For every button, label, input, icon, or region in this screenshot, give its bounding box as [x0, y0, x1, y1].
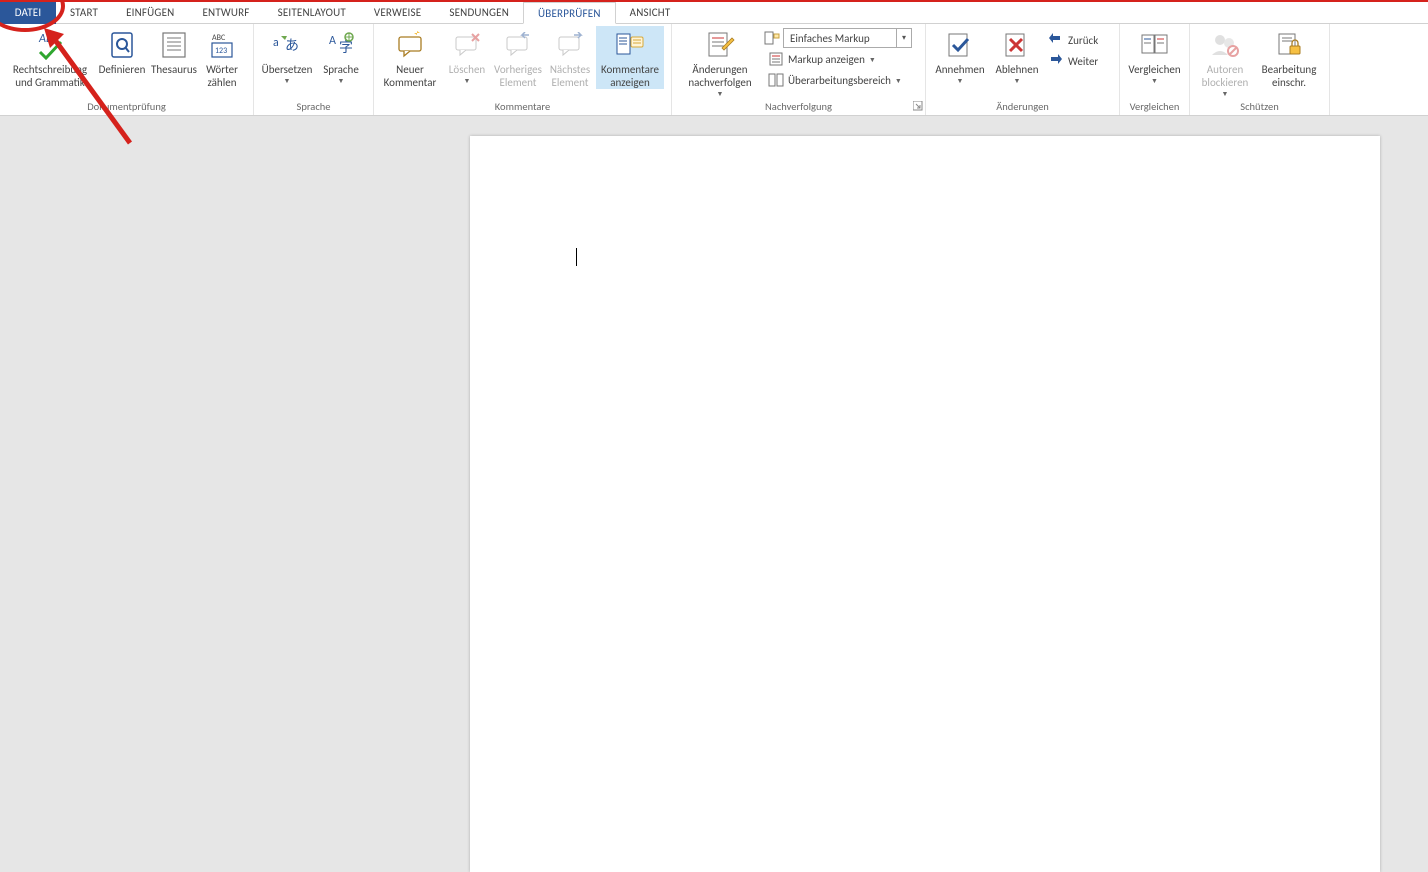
svg-text:字: 字: [339, 39, 353, 56]
group-title-changes: Änderungen: [926, 99, 1119, 115]
wordcount-button[interactable]: ABC123 Wörter zählen: [200, 26, 244, 89]
block-authors-button[interactable]: Autoren blockieren ▼: [1194, 26, 1256, 98]
svg-text:a: a: [273, 36, 279, 50]
tab-ueberpruefen[interactable]: ÜBERPRÜFEN: [523, 2, 616, 24]
reject-icon: [1000, 28, 1034, 62]
document-page[interactable]: [470, 136, 1380, 872]
group-title-comments: Kommentare: [374, 99, 671, 115]
group-title-proofing: Dokumentprüfung: [0, 99, 253, 115]
show-markup-icon: [768, 51, 784, 67]
tab-seitenlayout[interactable]: SEITENLAYOUT: [264, 2, 360, 24]
prev-comment-icon: [501, 28, 535, 62]
accept-icon: [943, 28, 977, 62]
new-comment-button[interactable]: Neuer Kommentar: [378, 26, 442, 89]
translate-button[interactable]: aあ Übersetzen ▼: [258, 26, 316, 85]
next-comment-icon: [553, 28, 587, 62]
tab-ansicht[interactable]: ANSICHT: [616, 2, 685, 24]
group-language: aあ Übersetzen ▼ A字 Sprache ▼ Sprache: [254, 24, 374, 115]
group-comments: Neuer Kommentar Löschen ▼ Vorheriges Ele…: [374, 24, 672, 115]
spelling-icon: ABC: [33, 28, 67, 62]
dropdown-arrow-icon: ▼: [338, 76, 345, 85]
group-title-language: Sprache: [254, 99, 373, 115]
tab-start[interactable]: START: [56, 2, 112, 24]
group-protect: Autoren blockieren ▼ Bearbeitung einschr…: [1190, 24, 1330, 115]
svg-text:123: 123: [215, 46, 227, 56]
dropdown-arrow-icon: ▼: [1151, 76, 1158, 85]
track-changes-icon: [703, 28, 737, 62]
group-changes: Annehmen ▼ Ablehnen ▼ Zurück Weiter: [926, 24, 1120, 115]
block-authors-icon: [1208, 28, 1242, 62]
delete-comment-icon: [450, 28, 484, 62]
dropdown-arrow-icon: ▼: [1014, 76, 1021, 85]
spelling-grammar-button[interactable]: ABC Rechtschreibung und Grammatik: [4, 26, 96, 89]
translate-icon: aあ: [270, 28, 304, 62]
group-title-tracking: Nachverfolgung: [672, 99, 925, 115]
reject-button[interactable]: Ablehnen ▼: [990, 26, 1044, 85]
reviewing-pane-icon: [768, 72, 784, 88]
changes-forward-button[interactable]: Weiter: [1044, 51, 1102, 71]
reviewing-pane-button[interactable]: Überarbeitungsbereich ▼: [764, 70, 912, 90]
define-button[interactable]: Definieren: [96, 26, 148, 76]
tab-verweise[interactable]: VERWEISE: [360, 2, 435, 24]
dropdown-arrow-icon: ▼: [895, 76, 902, 85]
tab-einfuegen[interactable]: EINFÜGEN: [112, 2, 188, 24]
document-workspace: [0, 116, 1428, 872]
dropdown-arrow-icon: ▾: [896, 29, 911, 47]
dropdown-arrow-icon: ▼: [464, 76, 471, 85]
tab-strip-filler: [684, 2, 1428, 24]
group-proofing: ABC Rechtschreibung und Grammatik Defini…: [0, 24, 254, 115]
dropdown-arrow-icon: ▼: [284, 76, 291, 85]
show-comments-button[interactable]: Kommentare anzeigen: [596, 26, 664, 89]
show-markup-button[interactable]: Markup anzeigen ▼: [764, 49, 912, 69]
svg-text:A: A: [329, 34, 336, 48]
thesaurus-icon: [157, 28, 191, 62]
dialog-launcher-icon[interactable]: [913, 101, 923, 111]
changes-nav-stack: Zurück Weiter: [1044, 26, 1102, 71]
text-cursor: [576, 248, 577, 266]
compare-icon: [1138, 28, 1172, 62]
tab-sendungen[interactable]: SENDUNGEN: [435, 2, 523, 24]
language-icon: A字: [324, 28, 358, 62]
delete-comment-button[interactable]: Löschen ▼: [442, 26, 492, 85]
dropdown-arrow-icon: ▼: [1222, 89, 1229, 98]
back-icon: [1048, 32, 1064, 48]
dropdown-arrow-icon: ▼: [957, 76, 964, 85]
dropdown-arrow-icon: ▼: [869, 55, 876, 64]
group-tracking: Änderungen nachverfolgen ▼ Einfaches Mar…: [672, 24, 926, 115]
tracking-options-stack: Einfaches Markup ▾ Markup anzeigen ▼ Übe…: [764, 26, 912, 90]
markup-mode-select[interactable]: Einfaches Markup ▾: [783, 28, 912, 48]
wordcount-icon: ABC 123: [205, 28, 239, 62]
svg-text:ABC: ABC: [212, 33, 226, 43]
restrict-editing-icon: [1272, 28, 1306, 62]
define-icon: [105, 28, 139, 62]
dropdown-arrow-icon: ▼: [717, 89, 724, 98]
tab-datei[interactable]: DATEI: [0, 2, 56, 24]
show-comments-icon: [613, 28, 647, 62]
compare-button[interactable]: Vergleichen ▼: [1124, 26, 1185, 85]
changes-back-button[interactable]: Zurück: [1044, 30, 1102, 50]
thesaurus-button[interactable]: Thesaurus: [148, 26, 200, 76]
language-button[interactable]: A字 Sprache ▼: [316, 26, 366, 85]
track-changes-button[interactable]: Änderungen nachverfolgen ▼: [676, 26, 764, 98]
group-compare: Vergleichen ▼ Vergleichen: [1120, 24, 1190, 115]
new-comment-icon: [393, 28, 427, 62]
ribbon: ABC Rechtschreibung und Grammatik Defini…: [0, 24, 1428, 116]
markup-display-icon: [764, 30, 780, 46]
restrict-editing-button[interactable]: Bearbeitung einschr.: [1256, 26, 1322, 89]
svg-text:あ: あ: [285, 37, 299, 54]
group-title-protect: Schützen: [1190, 99, 1329, 115]
ribbon-tab-strip: DATEI START EINFÜGEN ENTWURF SEITENLAYOU…: [0, 0, 1428, 24]
tab-entwurf[interactable]: ENTWURF: [188, 2, 263, 24]
prev-comment-button[interactable]: Vorheriges Element: [492, 26, 544, 89]
svg-text:ABC: ABC: [38, 32, 59, 46]
accept-button[interactable]: Annehmen ▼: [930, 26, 990, 85]
group-title-compare: Vergleichen: [1120, 99, 1189, 115]
next-comment-button[interactable]: Nächstes Element: [544, 26, 596, 89]
forward-icon: [1048, 53, 1064, 69]
